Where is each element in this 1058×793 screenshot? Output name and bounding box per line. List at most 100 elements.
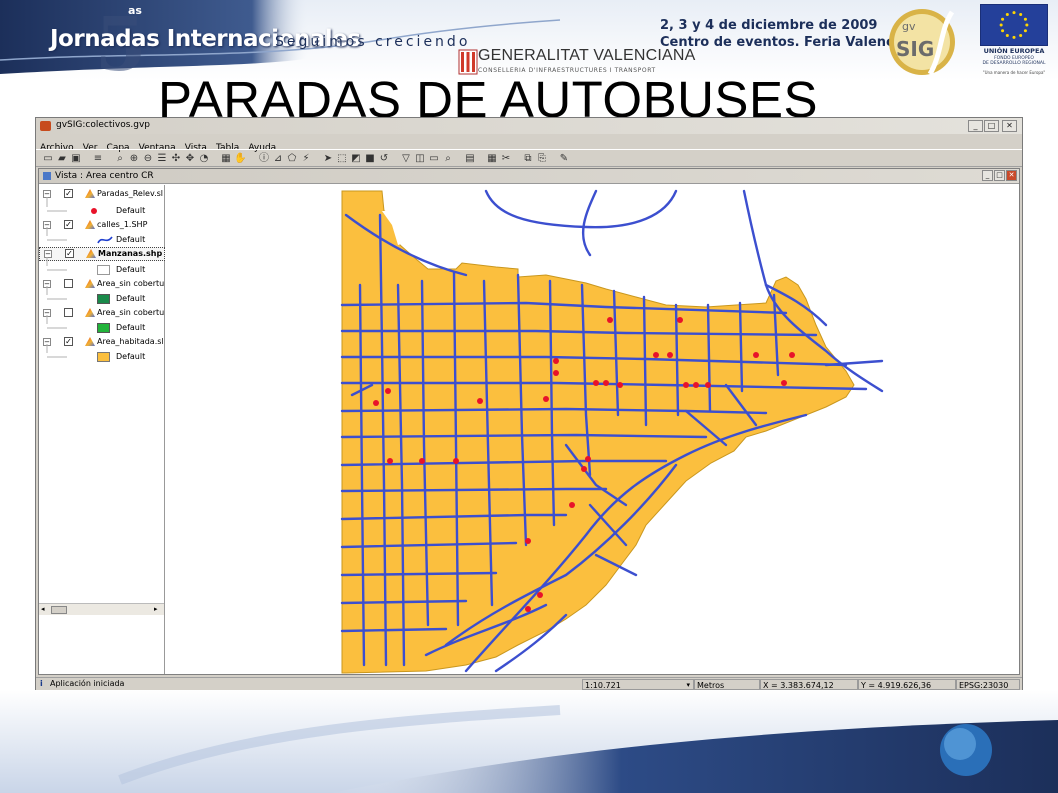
bus-stop-marker[interactable] xyxy=(789,352,795,358)
green-fill-symbol-icon xyxy=(97,323,110,333)
bus-stop-marker[interactable] xyxy=(683,382,689,388)
bus-stop-marker[interactable] xyxy=(553,358,559,364)
bus-stop-marker[interactable] xyxy=(653,352,659,358)
view-minimize-button[interactable]: _ xyxy=(982,170,993,181)
select-by-rect-icon[interactable]: ▭ xyxy=(428,153,440,165)
layer-row-area-habitada[interactable]: − ✓ Area_habitada.sl xyxy=(39,335,165,349)
copy-icon[interactable]: ⧉ xyxy=(522,153,534,165)
bus-stop-marker[interactable] xyxy=(373,400,379,406)
collapse-icon[interactable]: − xyxy=(44,250,52,258)
bus-stop-marker[interactable] xyxy=(781,380,787,386)
bus-stop-marker[interactable] xyxy=(693,382,699,388)
table-filter-icon[interactable]: ◫ xyxy=(414,153,426,165)
select-layer-icon[interactable]: ■ xyxy=(364,153,376,165)
save-icon[interactable]: ▣ xyxy=(70,153,82,165)
select-arrow-icon[interactable]: ➤ xyxy=(322,153,334,165)
window-titlebar[interactable]: gvSIG:colectivos.gvp _ □ ✕ xyxy=(36,118,1022,134)
bus-stop-marker[interactable] xyxy=(677,317,683,323)
filter-icon[interactable]: ▽ xyxy=(400,153,412,165)
layer-checkbox[interactable]: ✓ xyxy=(65,249,74,258)
tools-icon[interactable]: ✂ xyxy=(500,153,512,165)
layer-row-paradas[interactable]: − ✓ Paradas_Relev.sl xyxy=(39,187,165,201)
scroll-right-icon[interactable]: ▸ xyxy=(154,605,158,613)
bus-stop-marker[interactable] xyxy=(387,458,393,464)
bus-stop-marker[interactable] xyxy=(553,370,559,376)
pan-hand-icon[interactable]: ✋ xyxy=(234,153,246,165)
app-icon xyxy=(40,121,51,131)
layer-checkbox[interactable] xyxy=(64,308,73,317)
scroll-left-icon[interactable]: ◂ xyxy=(41,605,45,613)
bus-stop-marker[interactable] xyxy=(667,352,673,358)
edit-icon[interactable]: ✎ xyxy=(558,153,570,165)
bus-stop-marker[interactable] xyxy=(477,398,483,404)
new-document-icon[interactable]: ▭ xyxy=(42,153,54,165)
layer-checkbox[interactable]: ✓ xyxy=(64,189,73,198)
collapse-icon[interactable]: − xyxy=(43,309,51,317)
open-folder-icon[interactable]: ▰ xyxy=(56,153,68,165)
minimize-button[interactable]: _ xyxy=(968,120,983,132)
measure-distance-icon[interactable]: ⊿ xyxy=(272,153,284,165)
table-icon[interactable]: ▤ xyxy=(464,153,476,165)
zoom-layer-icon[interactable]: ☰ xyxy=(156,153,168,165)
layer-row-calles[interactable]: − ✓ calles_1.SHP xyxy=(39,218,165,232)
info-icon[interactable]: ⓘ xyxy=(258,153,270,165)
collapse-icon[interactable]: − xyxy=(43,190,51,198)
measure-area-icon[interactable]: ⬠ xyxy=(286,153,298,165)
zoom-previous-icon[interactable]: ✥ xyxy=(184,153,196,165)
view-maximize-button[interactable]: □ xyxy=(994,170,1005,181)
scroll-thumb[interactable] xyxy=(51,606,67,614)
select-rectangle-icon[interactable]: ⬚ xyxy=(336,153,348,165)
layer-checkbox[interactable] xyxy=(64,279,73,288)
bus-stop-marker[interactable] xyxy=(569,502,575,508)
bus-stop-marker[interactable] xyxy=(585,456,591,462)
toc-horizontal-scrollbar[interactable]: ◂ ▸ xyxy=(39,603,164,615)
select-polygon-icon[interactable]: ◩ xyxy=(350,153,362,165)
grid-icon[interactable]: ▦ xyxy=(486,153,498,165)
zoom-in-icon[interactable]: ⊕ xyxy=(128,153,140,165)
eu-fund: FONDO EUROPEO DE DESARROLLO REGIONAL xyxy=(978,56,1050,66)
bus-stop-marker[interactable] xyxy=(617,382,623,388)
scale-value: 1:10.721 xyxy=(585,681,621,690)
layer-row-area-sin-cobertura-2[interactable]: − Area_sin cobertu xyxy=(39,306,165,320)
view-titlebar[interactable]: Vista : Area centro CR _ □ ✕ xyxy=(39,169,1019,184)
bus-stop-marker[interactable] xyxy=(525,606,531,612)
search-icon[interactable]: ⌕ xyxy=(442,153,454,165)
collapse-icon[interactable]: − xyxy=(43,280,51,288)
layer-row-manzanas[interactable]: − ✓ Manzanas.shp xyxy=(39,247,165,261)
bus-stop-marker[interactable] xyxy=(385,388,391,394)
layer-checkbox[interactable]: ✓ xyxy=(64,337,73,346)
legend-label: Default xyxy=(116,352,146,361)
zoom-out-icon[interactable]: ⊖ xyxy=(142,153,154,165)
layer-row-area-sin-cobertura-1[interactable]: − Area_sin cobertu xyxy=(39,277,165,291)
zoom-full-icon[interactable]: ✣ xyxy=(170,153,182,165)
view-icon xyxy=(43,172,51,180)
scale-combobox[interactable]: 1:10.721 ▾ xyxy=(582,679,694,690)
collapse-icon[interactable]: − xyxy=(43,338,51,346)
bus-stop-marker[interactable] xyxy=(593,380,599,386)
bus-stop-map[interactable] xyxy=(166,185,1019,674)
layer-checkbox[interactable]: ✓ xyxy=(64,220,73,229)
collapse-icon[interactable]: − xyxy=(43,221,51,229)
bus-stop-marker[interactable] xyxy=(453,458,459,464)
bus-stop-marker[interactable] xyxy=(753,352,759,358)
bus-stop-marker[interactable] xyxy=(581,466,587,472)
bus-stop-marker[interactable] xyxy=(525,538,531,544)
view-close-button[interactable]: ✕ xyxy=(1006,170,1017,181)
bus-stop-marker[interactable] xyxy=(705,382,711,388)
locator-icon[interactable]: ▦ xyxy=(220,153,232,165)
map-view[interactable] xyxy=(166,185,1019,674)
hyperlink-icon[interactable]: ⚡ xyxy=(300,153,312,165)
bus-stop-marker[interactable] xyxy=(603,380,609,386)
pan-eye-icon[interactable]: ◔ xyxy=(198,153,210,165)
bus-stop-marker[interactable] xyxy=(607,317,613,323)
bus-stop-marker[interactable] xyxy=(419,458,425,464)
bus-stop-marker[interactable] xyxy=(537,592,543,598)
maximize-button[interactable]: □ xyxy=(984,120,999,132)
paste-icon[interactable]: ⎘ xyxy=(536,153,548,165)
close-button[interactable]: ✕ xyxy=(1002,120,1017,132)
clear-selection-icon[interactable]: ↺ xyxy=(378,153,390,165)
zoom-extent-icon[interactable]: ⌕ xyxy=(114,153,126,165)
bus-stop-marker[interactable] xyxy=(543,396,549,402)
layers-icon[interactable]: ≡ xyxy=(92,153,104,165)
vector-layer-icon xyxy=(86,249,96,258)
